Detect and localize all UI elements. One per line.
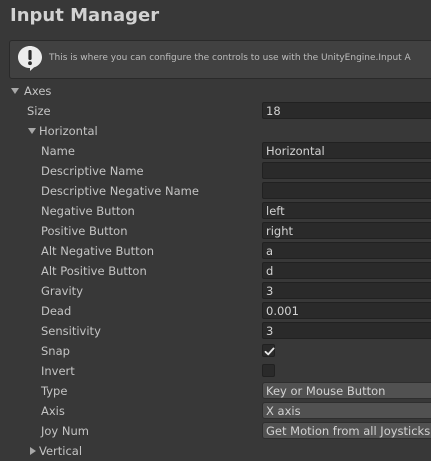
type-dropdown[interactable]: Key or Mouse Button <box>262 382 431 399</box>
warning-exclamation-icon <box>16 44 44 72</box>
invert-checkbox[interactable] <box>262 364 275 377</box>
snap-row: Snap <box>0 341 431 361</box>
alt-negative-button-field[interactable]: a <box>262 242 431 259</box>
type-row: Type Key or Mouse Button <box>0 381 431 401</box>
positive-button-label: Positive Button <box>41 224 128 238</box>
size-label: Size <box>27 104 51 118</box>
gravity-label: Gravity <box>41 284 84 298</box>
horizontal-label: Horizontal <box>39 124 98 138</box>
joy-num-dropdown[interactable]: Get Motion from all Joysticks <box>262 422 431 439</box>
input-manager-panel: Input Manager This is where you can conf… <box>0 0 431 461</box>
sensitivity-row: Sensitivity 3 <box>0 321 431 341</box>
type-label: Type <box>41 384 68 398</box>
axes-foldout[interactable]: Axes <box>0 81 431 101</box>
info-help-box: This is where you can configure the cont… <box>9 40 431 79</box>
dead-label: Dead <box>41 304 72 318</box>
joy-num-row: Joy Num Get Motion from all Joysticks <box>0 421 431 441</box>
sensitivity-field[interactable]: 3 <box>262 322 431 339</box>
snap-label: Snap <box>41 344 70 358</box>
invert-label: Invert <box>41 364 75 378</box>
invert-row: Invert <box>0 361 431 381</box>
name-label: Name <box>41 144 75 158</box>
alt-negative-button-label: Alt Negative Button <box>41 244 155 258</box>
name-row: Name Horizontal <box>0 141 431 161</box>
horizontal-foldout[interactable]: Horizontal <box>0 121 431 141</box>
checkmark-icon <box>264 347 275 356</box>
sensitivity-label: Sensitivity <box>41 324 101 338</box>
descriptive-name-row: Descriptive Name <box>0 161 431 181</box>
alt-positive-button-field[interactable]: d <box>262 262 431 279</box>
alt-positive-button-row: Alt Positive Button d <box>0 261 431 281</box>
foldout-open-icon[interactable] <box>11 88 19 94</box>
gravity-field[interactable]: 3 <box>262 282 431 299</box>
axis-dropdown[interactable]: X axis <box>262 402 431 419</box>
axis-label: Axis <box>41 404 65 418</box>
negative-button-field[interactable]: left <box>262 202 431 219</box>
vertical-label: Vertical <box>39 444 83 458</box>
vertical-foldout[interactable]: Vertical <box>0 441 431 461</box>
info-message: This is where you can configure the cont… <box>49 53 411 63</box>
name-field[interactable]: Horizontal <box>262 142 431 159</box>
descriptive-negative-name-label: Descriptive Negative Name <box>41 184 199 198</box>
gravity-row: Gravity 3 <box>0 281 431 301</box>
descriptive-name-field[interactable] <box>262 162 431 179</box>
alt-positive-button-label: Alt Positive Button <box>41 264 147 278</box>
descriptive-negative-name-field[interactable] <box>262 182 431 199</box>
snap-checkbox[interactable] <box>262 344 275 357</box>
foldout-closed-icon[interactable] <box>30 447 36 455</box>
positive-button-row: Positive Button right <box>0 221 431 241</box>
axis-row: Axis X axis <box>0 401 431 421</box>
descriptive-negative-name-row: Descriptive Negative Name <box>0 181 431 201</box>
descriptive-name-label: Descriptive Name <box>41 164 144 178</box>
alt-negative-button-row: Alt Negative Button a <box>0 241 431 261</box>
size-field[interactable]: 18 <box>262 102 431 119</box>
negative-button-row: Negative Button left <box>0 201 431 221</box>
negative-button-label: Negative Button <box>41 204 135 218</box>
foldout-open-icon[interactable] <box>28 128 36 134</box>
page-title: Input Manager <box>10 5 160 26</box>
axes-label: Axes <box>24 84 52 98</box>
dead-row: Dead 0.001 <box>0 301 431 321</box>
joy-num-label: Joy Num <box>41 424 89 438</box>
dead-field[interactable]: 0.001 <box>262 302 431 319</box>
positive-button-field[interactable]: right <box>262 222 431 239</box>
size-row: Size 18 <box>0 101 431 121</box>
